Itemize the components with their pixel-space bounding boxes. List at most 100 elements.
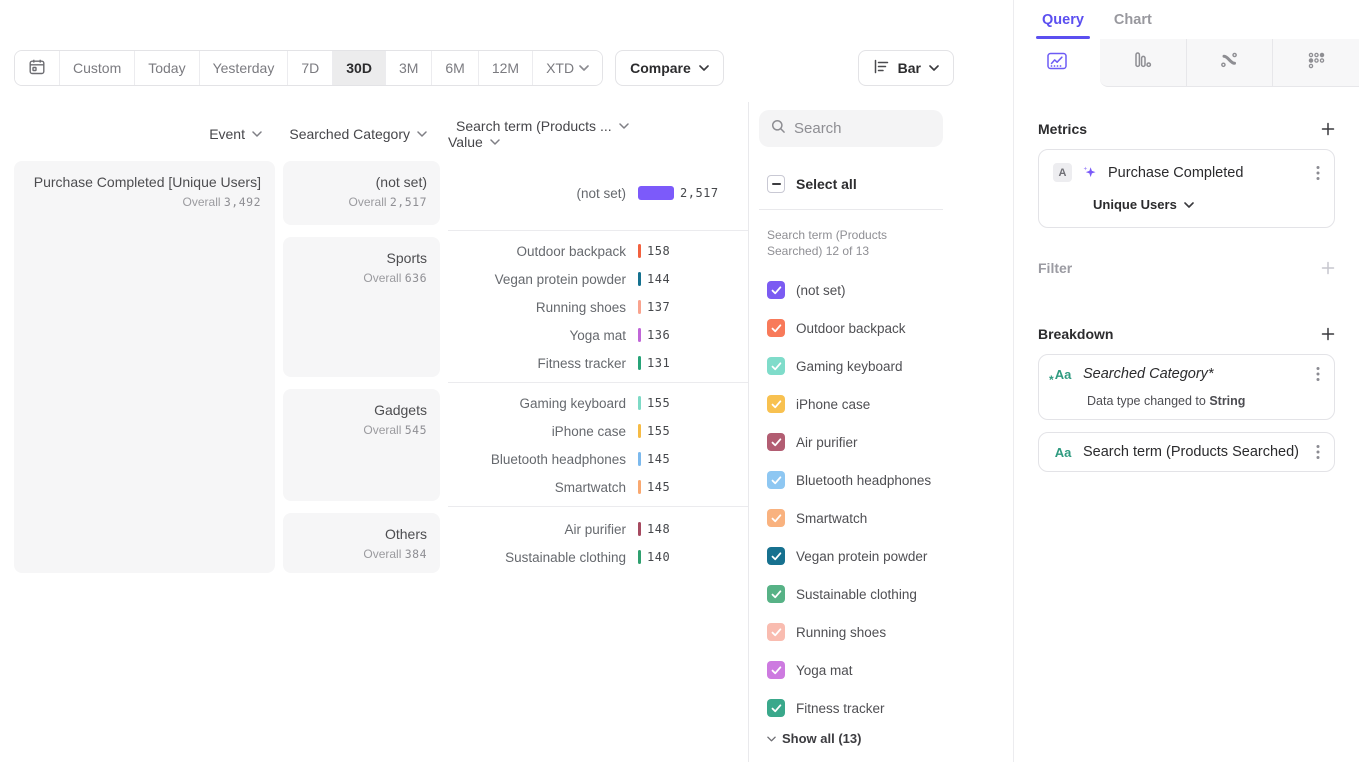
report-content: Event Searched Category Search term (Pro… (0, 102, 1013, 762)
segment-item[interactable]: Smartwatch (767, 499, 1013, 537)
value-row[interactable]: Sustainable clothing 140 (448, 543, 748, 571)
value-row[interactable]: Gaming keyboard 155 (448, 389, 748, 417)
segment-checkbox[interactable] (767, 357, 785, 375)
value-row[interactable]: Smartwatch 145 (448, 473, 748, 501)
column-header-value[interactable]: Value (448, 134, 718, 150)
bar-area: 155 (638, 396, 748, 410)
category-block[interactable]: (not set) Overall 2,517 (283, 161, 440, 225)
breakdown-card[interactable]: Aa * Searched Category* Data type change… (1038, 354, 1335, 420)
value-bar[interactable] (638, 300, 641, 314)
value-row[interactable]: Air purifier 148 (448, 515, 748, 543)
compare-button[interactable]: Compare (615, 50, 724, 86)
report-type-flows-tab[interactable] (1186, 39, 1273, 87)
segment-label: Gaming keyboard (796, 359, 903, 374)
date-range-label: 6M (445, 60, 464, 76)
date-range-button[interactable]: Yesterday (199, 51, 288, 85)
segment-item[interactable]: (not set) (767, 271, 1013, 309)
select-all-row[interactable]: Select all (767, 175, 1013, 193)
value-bar[interactable] (638, 272, 641, 286)
segment-checkbox[interactable] (767, 319, 785, 337)
metric-card[interactable]: A Purchase Completed Unique Users (1038, 149, 1335, 228)
tab-query[interactable]: Query (1042, 0, 1084, 39)
segment-checkbox[interactable] (767, 395, 785, 413)
breakdown-card[interactable]: Aa * Search term (Products Searched) (1038, 432, 1335, 472)
segment-checkbox[interactable] (767, 623, 785, 641)
value-row[interactable]: Outdoor backpack 158 (448, 237, 748, 265)
segment-search-box[interactable] (759, 110, 943, 147)
date-range-button[interactable]: Custom (59, 51, 134, 85)
date-range-button[interactable]: 3M (385, 51, 431, 85)
segment-item[interactable]: Running shoes (767, 613, 1013, 651)
column-header-event[interactable]: Event (14, 126, 275, 142)
tab-chart[interactable]: Chart (1114, 0, 1152, 39)
column-header-searched-category[interactable]: Searched Category (283, 126, 440, 142)
date-range-button[interactable]: 30D (332, 51, 385, 85)
category-block[interactable]: Sports Overall 636 (283, 237, 440, 377)
segment-checkbox[interactable] (767, 281, 785, 299)
search-input[interactable] (794, 120, 924, 137)
report-type-retention-tab[interactable] (1272, 39, 1359, 87)
value-bar[interactable] (638, 424, 641, 438)
add-filter-button[interactable] (1321, 261, 1335, 275)
show-all-toggle[interactable]: Show all (13) (767, 731, 1013, 746)
query-panel: Query Chart (1013, 0, 1359, 762)
segment-item[interactable]: Vegan protein powder (767, 537, 1013, 575)
add-metric-button[interactable] (1321, 122, 1335, 136)
metric-kebab-menu[interactable] (1316, 165, 1320, 181)
date-range-button[interactable]: 6M (431, 51, 477, 85)
value-bar[interactable] (638, 550, 641, 564)
date-range-button[interactable]: Today (134, 51, 198, 85)
value-bar[interactable] (638, 356, 641, 370)
category-block[interactable]: Gadgets Overall 545 (283, 389, 440, 501)
measure-dropdown[interactable]: Unique Users (1093, 197, 1320, 212)
breakdown-kebab-menu[interactable] (1316, 444, 1320, 460)
value-row[interactable]: Fitness tracker 131 (448, 349, 748, 377)
search-term-label: Fitness tracker (448, 356, 626, 371)
value-row[interactable]: Bluetooth headphones 145 (448, 445, 748, 473)
value-row[interactable]: Yoga mat 136 (448, 321, 748, 349)
segment-checkbox[interactable] (767, 699, 785, 717)
segment-item[interactable]: iPhone case (767, 385, 1013, 423)
value-bar[interactable] (638, 452, 641, 466)
segment-item[interactable]: Sustainable clothing (767, 575, 1013, 613)
segment-checkbox[interactable] (767, 661, 785, 679)
value-row[interactable]: Running shoes 137 (448, 293, 748, 321)
value-bar[interactable] (638, 480, 641, 494)
segment-checkbox[interactable] (767, 585, 785, 603)
breakdown-kebab-menu[interactable] (1316, 366, 1320, 382)
chart-type-selector[interactable]: Bar (858, 50, 954, 86)
category-block[interactable]: Others Overall 384 (283, 513, 440, 573)
date-range-button[interactable]: XTD (532, 51, 602, 85)
column-header-search-term[interactable]: Search term (Products ... (456, 118, 748, 134)
segment-item[interactable]: Air purifier (767, 423, 1013, 461)
segment-item[interactable]: Bluetooth headphones (767, 461, 1013, 499)
report-type-funnels-tab[interactable] (1100, 39, 1186, 87)
segment-checkbox[interactable] (767, 433, 785, 451)
category-name: Others (296, 525, 427, 544)
date-range-button[interactable]: 12M (478, 51, 532, 85)
segment-checkbox[interactable] (767, 471, 785, 489)
value-bar[interactable] (638, 186, 674, 200)
custom-date-calendar-button[interactable] (15, 51, 59, 85)
segment-checkbox[interactable] (767, 509, 785, 527)
segment-item[interactable]: Gaming keyboard (767, 347, 1013, 385)
select-all-checkbox[interactable] (767, 175, 785, 193)
date-range-label: Today (148, 60, 185, 76)
add-breakdown-button[interactable] (1321, 327, 1335, 341)
value-row[interactable]: iPhone case 155 (448, 417, 748, 445)
plus-icon (1321, 122, 1335, 136)
value-bar[interactable] (638, 396, 641, 410)
value-row[interactable]: Vegan protein powder 144 (448, 265, 748, 293)
segment-item[interactable]: Yoga mat (767, 651, 1013, 689)
value-bar[interactable] (638, 244, 641, 258)
date-range-button[interactable]: 7D (287, 51, 332, 85)
check-icon (771, 590, 782, 599)
segment-item[interactable]: Outdoor backpack (767, 309, 1013, 347)
event-block[interactable]: Purchase Completed [Unique Users] Overal… (14, 161, 275, 573)
value-row[interactable]: (not set) 2,517 (448, 161, 748, 225)
report-type-insights-tab[interactable] (1014, 39, 1100, 87)
value-bar[interactable] (638, 328, 641, 342)
value-bar[interactable] (638, 522, 641, 536)
segment-item[interactable]: Fitness tracker (767, 689, 1013, 727)
segment-checkbox[interactable] (767, 547, 785, 565)
